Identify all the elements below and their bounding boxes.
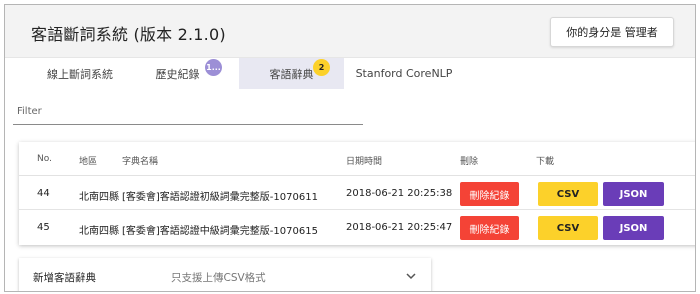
dictionary-table: No. 地區 字典名稱 日期時間 刪除 下載 44 北南四縣 [客委會]客語認證… [19, 142, 695, 245]
column-header-delete: 刪除 [460, 157, 479, 167]
column-header-dict-name: 字典名稱 [122, 157, 159, 167]
table-header: No. 地區 字典名稱 日期時間 刪除 下載 [19, 142, 695, 176]
tab-label: 線上斷詞系統 [47, 67, 113, 81]
chevron-down-icon[interactable] [405, 271, 417, 281]
download-json-button[interactable]: JSON [603, 182, 664, 206]
tab-label: 客語辭典 [269, 67, 314, 81]
add-dictionary-panel[interactable]: 新增客語辭典 只支援上傳CSV格式 [19, 258, 431, 291]
delete-record-button[interactable]: 刪除紀錄 [460, 182, 519, 206]
identity-button[interactable]: 你的身分是 管理者 [550, 17, 674, 47]
download-json-button[interactable]: JSON [603, 216, 664, 240]
cell-region: 北南四縣 [79, 226, 119, 237]
download-csv-button[interactable]: CSV [538, 182, 598, 206]
history-count-badge: 1... [205, 59, 222, 76]
column-header-region: 地區 [79, 157, 98, 167]
tab-stanford-corenlp[interactable]: Stanford CoreNLP [344, 58, 464, 89]
filter-input[interactable] [13, 99, 363, 125]
tab-label: 歷史紀錄 [155, 67, 200, 81]
column-header-datetime: 日期時間 [346, 157, 383, 167]
tab-history[interactable]: 歷史紀錄 1... [120, 58, 235, 89]
download-csv-button[interactable]: CSV [538, 216, 598, 240]
column-header-no: No. [37, 154, 52, 164]
tab-bar: 線上斷詞系統 歷史紀錄 1... 客語辭典 2 Stanford CoreNLP [5, 58, 695, 89]
app-title: 客語斷詞系統 (版本 2.1.0) [31, 25, 226, 44]
table-row: 44 北南四縣 [客委會]客語認證初級詞彙完整版-1070611 2018-06… [19, 177, 695, 210]
table-row: 45 北南四縣 [客委會]客語認證中級詞彙完整版-1070615 2018-06… [19, 211, 695, 244]
cell-datetime: 2018-06-21 20:25:47 [346, 222, 453, 233]
add-dictionary-title: 新增客語辭典 [33, 272, 96, 284]
column-header-download: 下載 [536, 157, 555, 167]
cell-dict-name: [客委會]客語認證初級詞彙完整版-1070611 [122, 192, 318, 203]
app-window: 客語斷詞系統 (版本 2.1.0) 你的身分是 管理者 線上斷詞系統 歷史紀錄 … [4, 4, 696, 292]
cell-datetime: 2018-06-21 20:25:38 [346, 188, 453, 199]
tab-hakka-dictionary[interactable]: 客語辭典 2 [239, 58, 344, 89]
tab-label: Stanford CoreNLP [355, 67, 453, 80]
cell-region: 北南四縣 [79, 192, 119, 203]
cell-no: 45 [37, 222, 50, 233]
cell-dict-name: [客委會]客語認證中級詞彙完整版-1070615 [122, 226, 318, 237]
csv-only-hint: 只支援上傳CSV格式 [171, 272, 266, 284]
cell-no: 44 [37, 188, 50, 199]
app-header: 客語斷詞系統 (版本 2.1.0) 你的身分是 管理者 [5, 5, 695, 58]
delete-record-button[interactable]: 刪除紀錄 [460, 216, 519, 240]
dictionary-count-badge: 2 [313, 59, 330, 76]
